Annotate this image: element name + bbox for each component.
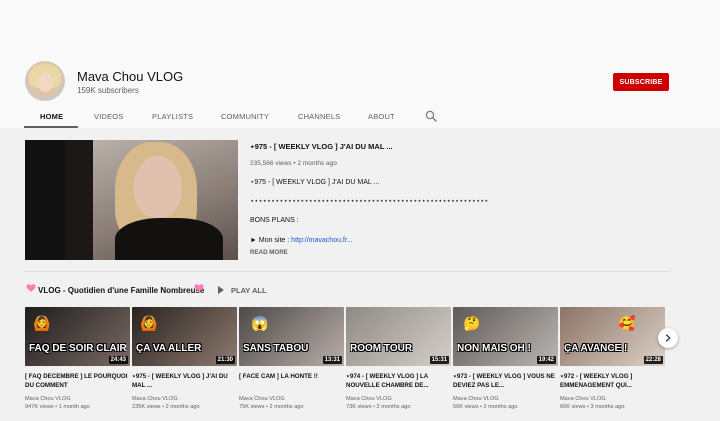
tab-community[interactable]: COMMUNITY [221, 112, 269, 121]
video-card[interactable]: 🙆 FAQ DE SOIR CLAIR 24:43 [ FAQ DECEMBRE… [25, 307, 130, 417]
thumbnail-overlay-text: FAQ DE SOIR CLAIR [29, 343, 126, 354]
video-title[interactable]: ⋆973 - [ WEEKLY VLOG ] VOUS NE DEVIEZ PA… [453, 372, 556, 390]
thumbnail-overlay-text: NON MAIS OH ! [457, 343, 531, 354]
video-meta: 235K views • 2 months ago [132, 404, 200, 410]
video-thumbnail[interactable]: ROOM TOUR 15:31 [346, 307, 451, 366]
video-title[interactable]: ⋆972 - [ WEEKLY VLOG ] EMMENAGEMENT QUI.… [560, 372, 663, 390]
channel-name: Mava Chou VLOG [77, 69, 184, 84]
heart-icon [26, 284, 36, 292]
chevron-right-icon [665, 334, 671, 342]
tab-channels[interactable]: CHANNELS [298, 112, 340, 121]
video-thumbnail[interactable]: 🥰 ÇA AVANCE ! 22:28 [560, 307, 665, 366]
subscribe-button[interactable]: SUBSCRIBE [613, 73, 669, 91]
video-thumbnail[interactable]: 🙆 FAQ DE SOIR CLAIR 24:43 [25, 307, 130, 366]
channel-header: Mava Chou VLOG 159K subscribers SUBSCRIB… [0, 0, 720, 128]
featured-description-separator: ⋆⋆⋆⋆⋆⋆⋆⋆⋆⋆⋆⋆⋆⋆⋆⋆⋆⋆⋆⋆⋆⋆⋆⋆⋆⋆⋆⋆⋆⋆⋆⋆⋆⋆⋆⋆⋆⋆⋆⋆… [250, 198, 489, 205]
subscriber-count: 159K subscribers [77, 86, 139, 95]
video-card[interactable]: 🥰 ÇA AVANCE ! 22:28 ⋆972 - [ WEEKLY VLOG… [560, 307, 665, 417]
emoji-icon: 🥰 [618, 315, 636, 331]
featured-description-site: ► Mon site : http://mavachou.fr... [250, 237, 353, 244]
video-channel[interactable]: Mava Chou VLOG [560, 396, 606, 402]
video-thumbnail[interactable]: 😱 SANS TABOU 13:31 [239, 307, 344, 366]
thumbnail-overlay-text: ÇA VA ALLER [136, 343, 202, 354]
video-channel[interactable]: Mava Chou VLOG [453, 396, 499, 402]
play-icon [218, 286, 224, 294]
heart-icon [194, 284, 204, 292]
video-meta: 73K views • 2 months ago [346, 404, 411, 410]
active-tab-indicator [24, 126, 78, 128]
video-card[interactable]: 🤔 NON MAIS OH ! 19:42 ⋆973 - [ WEEKLY VL… [453, 307, 558, 417]
section-divider [24, 271, 670, 272]
emoji-icon: 🙆 [140, 315, 158, 331]
play-all-label: PLAY ALL [231, 286, 267, 295]
video-title[interactable]: ⋆974 - [ WEEKLY VLOG ] LA NOUVELLE CHAMB… [346, 372, 449, 390]
read-more-link[interactable]: READ MORE [250, 249, 288, 256]
video-card[interactable]: 🙆 ÇA VA ALLER 21:30 ⋆975 - [ WEEKLY VLOG… [132, 307, 237, 417]
featured-description-plans: BONS PLANS : [250, 217, 299, 224]
video-duration: 13:31 [322, 356, 342, 364]
search-icon[interactable] [425, 110, 437, 122]
tab-about[interactable]: ABOUT [368, 112, 395, 121]
emoji-icon: 🤔 [463, 315, 481, 331]
video-title[interactable]: ⋆975 - [ WEEKLY VLOG ] J'AI DU MAL ... [132, 372, 235, 390]
emoji-icon: 🙆 [33, 315, 51, 331]
video-thumbnail[interactable]: 🙆 ÇA VA ALLER 21:30 [132, 307, 237, 366]
video-card[interactable]: ROOM TOUR 15:31 ⋆974 - [ WEEKLY VLOG ] L… [346, 307, 451, 417]
playlist-videos-row: 🙆 FAQ DE SOIR CLAIR 24:43 [ FAQ DECEMBRE… [25, 307, 665, 417]
tab-videos[interactable]: VIDEOS [94, 112, 124, 121]
featured-video-thumbnail[interactable] [25, 140, 238, 260]
video-channel[interactable]: Mava Chou VLOG [25, 396, 71, 402]
video-card[interactable]: 😱 SANS TABOU 13:31 [ FACE CAM ] LA HONTE… [239, 307, 344, 417]
video-title[interactable]: [ FAQ DECEMBRE ] LE POURQUOI DU COMMENT [25, 372, 128, 390]
video-channel[interactable]: Mava Chou VLOG [132, 396, 178, 402]
channel-tabs: HOME VIDEOS PLAYLISTS COMMUNITY CHANNELS… [24, 106, 454, 128]
tab-home[interactable]: HOME [40, 112, 63, 121]
channel-avatar[interactable] [25, 61, 65, 101]
emoji-icon: 😱 [251, 315, 269, 331]
site-label: ► Mon site : [250, 237, 292, 244]
video-duration: 19:42 [536, 356, 556, 364]
play-all-button[interactable]: PLAY ALL [218, 286, 267, 295]
video-meta: 947K views • 1 month ago [25, 404, 90, 410]
featured-video-meta: 235,566 views • 2 months ago [250, 160, 337, 167]
video-duration: 24:43 [108, 356, 128, 364]
video-title[interactable]: [ FACE CAM ] LA HONTE !! [239, 372, 342, 381]
video-meta: 75K views • 2 months ago [239, 404, 304, 410]
tab-playlists[interactable]: PLAYLISTS [152, 112, 193, 121]
site-link[interactable]: http://mavachou.fr... [291, 237, 352, 244]
video-channel[interactable]: Mava Chou VLOG [346, 396, 392, 402]
thumbnail-overlay-text: ÇA AVANCE ! [564, 343, 628, 354]
video-duration: 21:30 [215, 356, 235, 364]
playlist-title[interactable]: VLOG - Quotidien d'une Famille Nombreuse [38, 286, 204, 295]
video-duration: 15:31 [429, 356, 449, 364]
next-arrow-button[interactable] [658, 328, 678, 348]
video-meta: 56K views • 2 months ago [453, 404, 518, 410]
thumbnail-overlay-text: SANS TABOU [243, 343, 309, 354]
video-meta: 66K views • 3 months ago [560, 404, 625, 410]
video-thumbnail[interactable]: 🤔 NON MAIS OH ! 19:42 [453, 307, 558, 366]
thumbnail-overlay-text: ROOM TOUR [350, 343, 413, 354]
video-channel[interactable]: Mava Chou VLOG [239, 396, 285, 402]
video-duration: 22:28 [643, 356, 663, 364]
featured-video-title[interactable]: ⋆975 - [ WEEKLY VLOG ] J'AI DU MAL ... [250, 142, 393, 151]
featured-description-title: ⋆975 - [ WEEKLY VLOG ] J'AI DU MAL ... [250, 179, 380, 186]
